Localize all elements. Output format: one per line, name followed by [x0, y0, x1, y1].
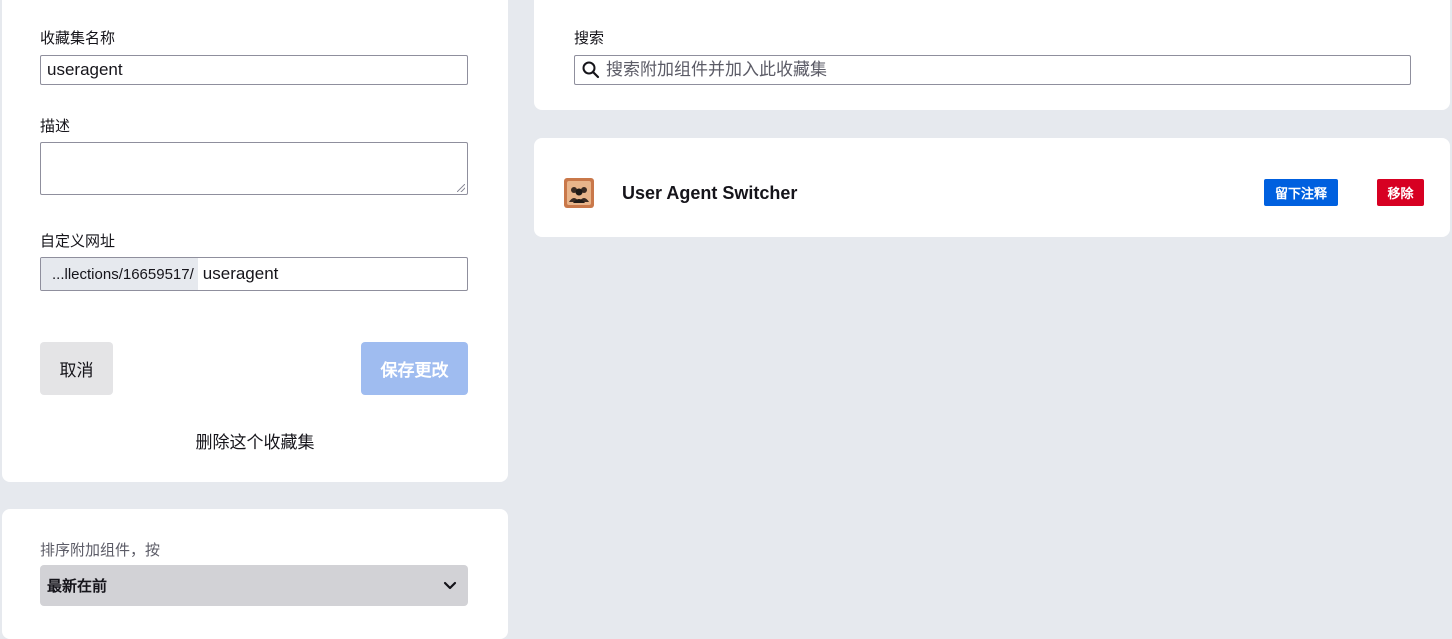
custom-url-label: 自定义网址 [40, 233, 116, 250]
addon-search-input[interactable] [606, 60, 1410, 80]
custom-url-field: ...llections/16659517/ useragent [40, 257, 468, 291]
description-textarea[interactable] [40, 142, 468, 195]
remove-addon-button[interactable]: 移除 [1377, 179, 1424, 206]
search-card: 搜索 [534, 0, 1450, 110]
delete-collection-link[interactable]: 删除这个收藏集 [2, 428, 508, 453]
url-prefix: ...llections/16659517/ [41, 258, 198, 290]
collection-addon-list: User Agent Switcher 留下注释 移除 [534, 138, 1450, 237]
collection-name-input[interactable]: useragent [40, 55, 468, 85]
search-icon [582, 61, 600, 79]
leave-note-button[interactable]: 留下注释 [1264, 179, 1338, 206]
edit-collection-card: 收藏集名称 useragent 描述 自定义网址 ...llections/16… [2, 0, 508, 482]
addon-search-box[interactable] [574, 55, 1411, 85]
save-changes-button[interactable]: 保存更改 [361, 342, 468, 395]
user-agent-switcher-icon[interactable] [564, 178, 594, 208]
collection-name-label: 收藏集名称 [40, 30, 116, 47]
sort-label: 排序附加组件，按 [40, 542, 161, 559]
addon-name-link[interactable]: User Agent Switcher [622, 183, 797, 204]
chevron-down-icon [443, 581, 457, 590]
search-label: 搜索 [574, 30, 605, 47]
description-label: 描述 [40, 118, 71, 135]
sort-select[interactable]: 最新在前 [40, 565, 468, 606]
sort-addons-card: 排序附加组件，按 最新在前 [2, 509, 508, 639]
sort-selected-value: 最新在前 [47, 578, 108, 595]
collection-name-value: useragent [47, 60, 123, 79]
resize-grip-icon[interactable] [457, 184, 465, 192]
url-slug-input[interactable]: useragent [198, 258, 279, 290]
cancel-button[interactable]: 取消 [40, 342, 113, 395]
